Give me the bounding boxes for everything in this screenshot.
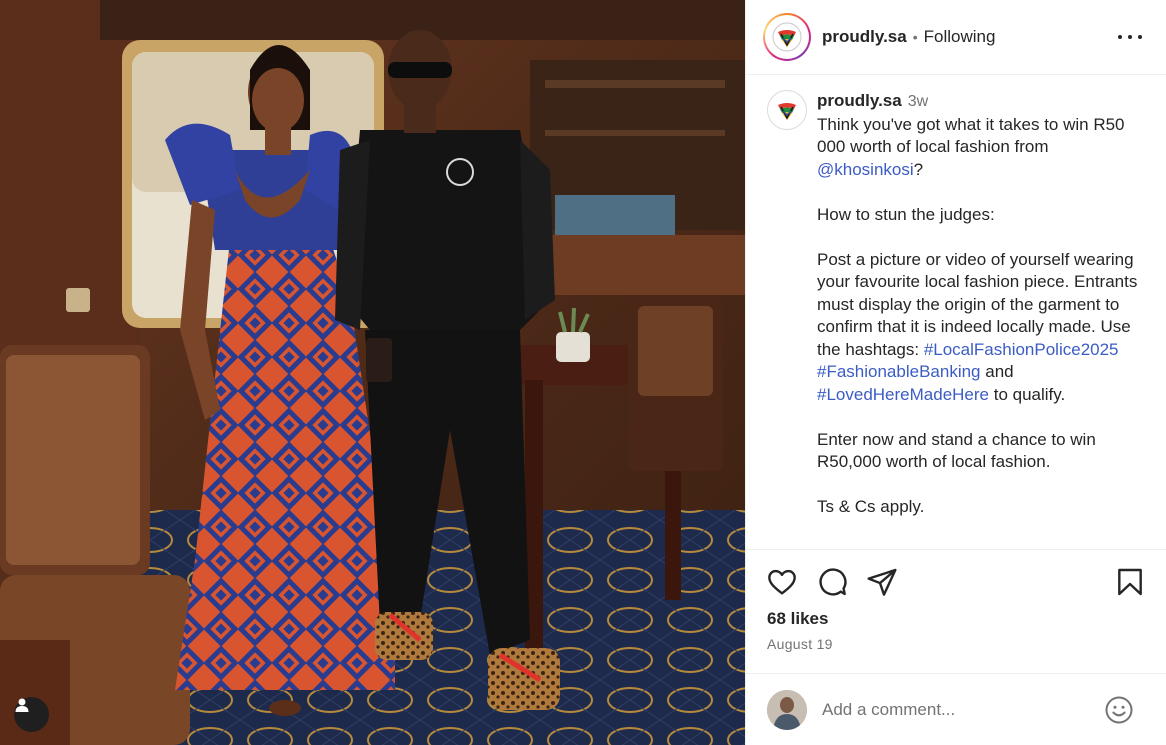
profile-avatar[interactable] [763, 13, 811, 61]
caption-and: and [980, 362, 1014, 381]
proudly-sa-logo-icon [772, 22, 802, 52]
caption-paragraph-4: Enter now and stand a chance to win R50,… [817, 429, 1096, 472]
post-side-panel: proudly.sa • Following proudly.sa 3w Thin… [745, 0, 1166, 745]
bookmark-icon [1118, 568, 1142, 596]
photo-scene [0, 0, 745, 745]
proudly-sa-logo-icon [778, 103, 796, 120]
post-header: proudly.sa • Following [746, 0, 1166, 75]
caption-line1-end: ? [913, 159, 924, 179]
more-dot [1138, 35, 1142, 39]
caption-username[interactable]: proudly.sa [817, 91, 902, 110]
caption-paragraph-2: How to stun the judges: [817, 204, 995, 224]
caption-avatar[interactable] [767, 90, 807, 130]
header-username[interactable]: proudly.sa [822, 27, 907, 47]
likes-count[interactable]: 68 likes [767, 609, 828, 629]
comment-icon [819, 568, 847, 596]
hashtag-link[interactable]: #LovedHereMadeHere [817, 385, 989, 404]
post-date[interactable]: August 19 [767, 636, 833, 652]
more-options-button[interactable] [1118, 27, 1142, 47]
post-photo[interactable] [0, 0, 745, 745]
like-button[interactable] [766, 566, 798, 603]
mention-link[interactable]: @khosinkosi [817, 160, 914, 179]
caption-area: proudly.sa 3w Think you've got what it ta… [746, 76, 1166, 550]
send-icon [867, 568, 897, 596]
comment-input[interactable] [822, 696, 1082, 724]
share-button[interactable] [866, 566, 898, 603]
current-user-avatar[interactable] [767, 690, 807, 730]
hashtag-link[interactable]: #FashionableBanking [817, 362, 981, 381]
caption-line1: Think you've got what it takes to win R5… [817, 114, 1125, 157]
post-actions [746, 566, 1166, 606]
caption-paragraph-5: Ts & Cs apply. [817, 497, 925, 516]
separator-dot: • [912, 29, 918, 45]
emoji-icon [1105, 696, 1133, 724]
post-time[interactable]: 3w [908, 93, 928, 110]
emoji-button[interactable] [1104, 695, 1134, 730]
hashtag-link[interactable]: #LocalFashionPolice2025 [924, 340, 1119, 359]
heart-icon [768, 569, 796, 595]
comment-bar [746, 673, 1166, 745]
more-dot [1128, 35, 1132, 39]
tagged-users-button[interactable] [14, 697, 49, 732]
caption-paragraph-3: Post a picture or video of yourself wear… [817, 249, 1147, 407]
save-button[interactable] [1114, 566, 1146, 603]
comment-button[interactable] [816, 566, 848, 603]
caption-text: proudly.sa 3w Think you've got what it ta… [817, 90, 1147, 519]
user-avatar-image [767, 690, 807, 730]
following-button[interactable]: Following [924, 27, 996, 47]
caption-paragraph-1: Think you've got what it takes to win R5… [817, 114, 1147, 182]
more-dots-icon [1118, 35, 1122, 39]
user-tag-icon [15, 698, 29, 712]
caption-qualify: to qualify. [989, 384, 1066, 404]
